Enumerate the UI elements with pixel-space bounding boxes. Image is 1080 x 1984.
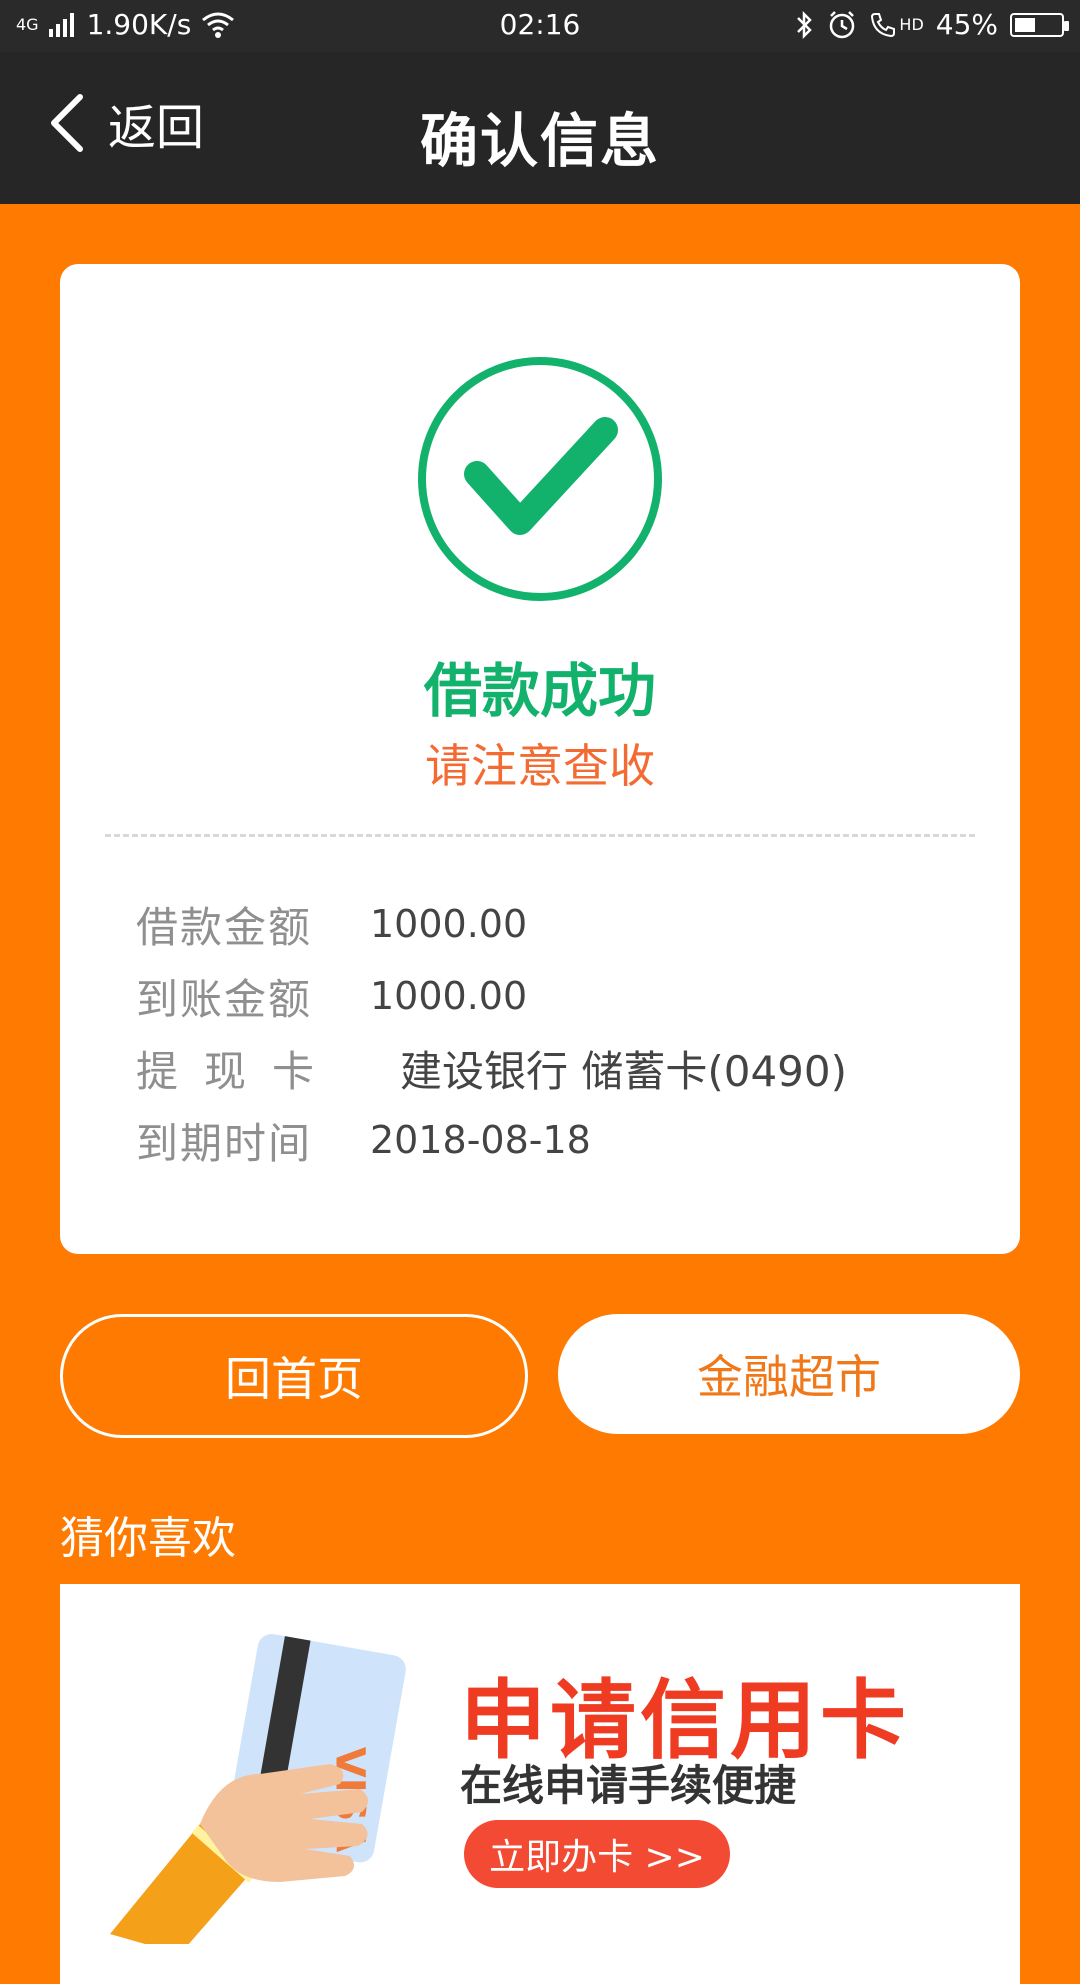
detail-label: 到期时间	[136, 1118, 313, 1168]
result-card: 借款成功 请注意查收 借款金额 1000.00 到账金额 1000.00 提现卡…	[60, 264, 1020, 1254]
detail-value: 1000.00	[370, 974, 528, 1018]
detail-value: 2018-08-18	[370, 1118, 591, 1162]
banner-subtitle: 在线申请手续便捷	[460, 1761, 797, 1810]
credit-card-banner[interactable]: VISA 申请信用卡 在线申请手续便捷 立即办卡 >>	[60, 1584, 1020, 1984]
detail-row-amount: 借款金额 1000.00	[136, 888, 956, 960]
dashed-divider	[105, 834, 975, 837]
hand-holding-card-icon: VISA	[110, 1633, 406, 1944]
detail-label: 到账金额	[136, 974, 313, 1024]
page-title: 确认信息	[419, 107, 660, 175]
battery-percent: 45%	[935, 8, 998, 41]
status-right: HD 45%	[795, 8, 1069, 41]
status-bar: 4G 1.90K/s 02:16 HD 45%	[0, 0, 1080, 52]
detail-list: 借款金额 1000.00 到账金额 1000.00 提现卡 建设银行 储蓄卡(0…	[136, 888, 956, 1176]
success-title: 借款成功	[423, 657, 656, 725]
nav-bar: 返回 确认信息	[0, 52, 1080, 204]
finance-market-button[interactable]: 金融超市	[558, 1314, 1020, 1434]
checkmark-circle-icon	[418, 357, 662, 601]
battery-level	[1015, 17, 1035, 32]
detail-value: 1000.00	[370, 902, 528, 946]
phone-icon	[871, 12, 896, 37]
detail-label: 提现卡	[136, 1046, 341, 1096]
home-button[interactable]: 回首页	[60, 1314, 528, 1438]
hd-label: HD	[899, 15, 924, 34]
battery-cap	[1064, 20, 1069, 31]
detail-label: 借款金额	[136, 902, 313, 952]
bluetooth-icon	[797, 10, 813, 39]
battery-icon	[1010, 12, 1069, 37]
detail-value: 建设银行 储蓄卡(0490)	[400, 1046, 848, 1096]
detail-row-received: 到账金额 1000.00	[136, 960, 956, 1032]
success-subtitle: 请注意查收	[425, 739, 655, 793]
hd-call-indicator: HD	[869, 11, 924, 39]
apply-card-button[interactable]: 立即办卡 >>	[464, 1820, 730, 1888]
alarm-icon	[830, 10, 855, 38]
recommend-title: 猜你喜欢	[60, 1513, 236, 1564]
detail-row-card: 提现卡 建设银行 储蓄卡(0490)	[136, 1032, 956, 1104]
detail-row-due: 到期时间 2018-08-18	[136, 1104, 956, 1176]
